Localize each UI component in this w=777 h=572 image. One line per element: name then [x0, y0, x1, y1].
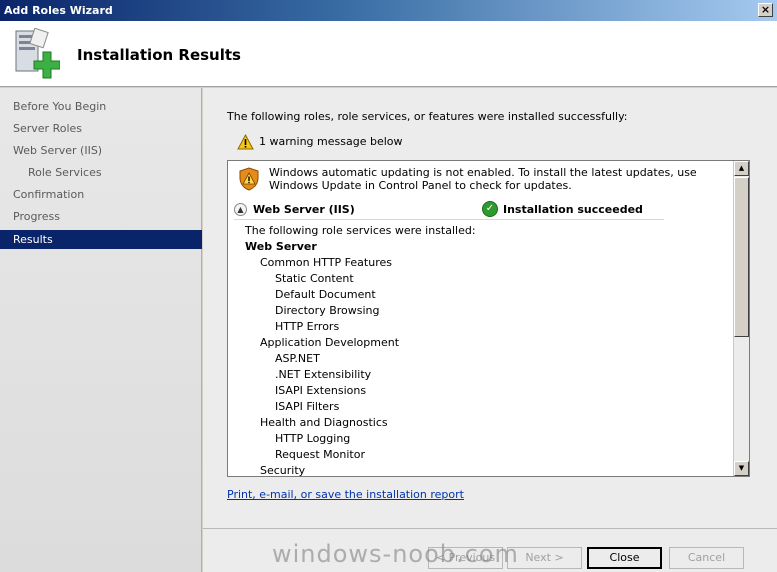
vertical-scrollbar[interactable]: ▲ ▼ [733, 161, 749, 476]
window-close-button[interactable]: × [758, 3, 773, 17]
list-item: Directory Browsing [275, 304, 380, 317]
list-item: ISAPI Filters [275, 400, 340, 413]
list-item: .NET Extensibility [275, 368, 372, 381]
list-item: Request Monitor [275, 448, 365, 461]
warning-message: Windows automatic updating is not enable… [269, 166, 697, 192]
warning-count: 1 warning message below [259, 135, 403, 148]
wizard-nav: Before You Begin Server Roles Web Server… [0, 88, 202, 572]
scroll-thumb[interactable] [734, 177, 749, 337]
nav-item-before-you-begin[interactable]: Before You Begin [0, 97, 202, 116]
watermark: windows-noob.com [272, 540, 519, 568]
scroll-up-icon[interactable]: ▲ [734, 161, 749, 176]
nav-item-role-services[interactable]: Role Services [0, 163, 202, 182]
scroll-down-icon[interactable]: ▼ [734, 461, 749, 476]
list-item: Static Content [275, 272, 354, 285]
role-status: Installation succeeded [503, 203, 643, 216]
server-add-icon [15, 28, 60, 79]
intro-text: The following roles, role services, or f… [227, 110, 628, 123]
title-bar: Add Roles Wizard × [0, 0, 777, 21]
nav-item-confirmation[interactable]: Confirmation [0, 185, 202, 204]
collapse-icon[interactable]: ▲ [234, 203, 247, 216]
list-item: HTTP Logging [275, 432, 351, 445]
list-item: Security [260, 464, 306, 477]
list-item: Health and Diagnostics [260, 416, 388, 429]
results-list[interactable]: Windows automatic updating is not enable… [227, 160, 750, 477]
warning-icon [237, 133, 254, 150]
shield-warning-icon [239, 167, 259, 191]
list-item: HTTP Errors [275, 320, 340, 333]
list-item: Application Development [260, 336, 400, 349]
services-intro: The following role services were install… [245, 224, 476, 237]
nav-item-web-server[interactable]: Web Server (IIS) [0, 141, 202, 160]
wizard-header: Installation Results [0, 21, 777, 87]
installation-report-link[interactable]: Print, e-mail, or save the installation … [227, 488, 464, 501]
divider [234, 219, 664, 220]
cancel-button[interactable]: Cancel [669, 547, 744, 569]
list-item: ISAPI Extensions [275, 384, 367, 397]
list-item: Common HTTP Features [260, 256, 392, 269]
window-title: Add Roles Wizard [4, 4, 113, 17]
warning-summary: 1 warning message below [237, 133, 403, 153]
success-check-icon: ✓ [482, 201, 498, 217]
nav-item-results[interactable]: Results [0, 230, 202, 249]
list-item: ASP.NET [275, 352, 320, 365]
list-item: Default Document [275, 288, 376, 301]
role-name: Web Server (IIS) [253, 203, 355, 216]
nav-item-progress[interactable]: Progress [0, 207, 202, 226]
page-title: Installation Results [77, 46, 241, 64]
nav-item-server-roles[interactable]: Server Roles [0, 119, 202, 138]
close-button[interactable]: Close [587, 547, 662, 569]
results-panel: The following roles, role services, or f… [203, 88, 777, 528]
role-result-header: ▲ Web Server (IIS) ✓ Installation succee… [232, 201, 732, 219]
list-item: Web Server [245, 240, 317, 253]
